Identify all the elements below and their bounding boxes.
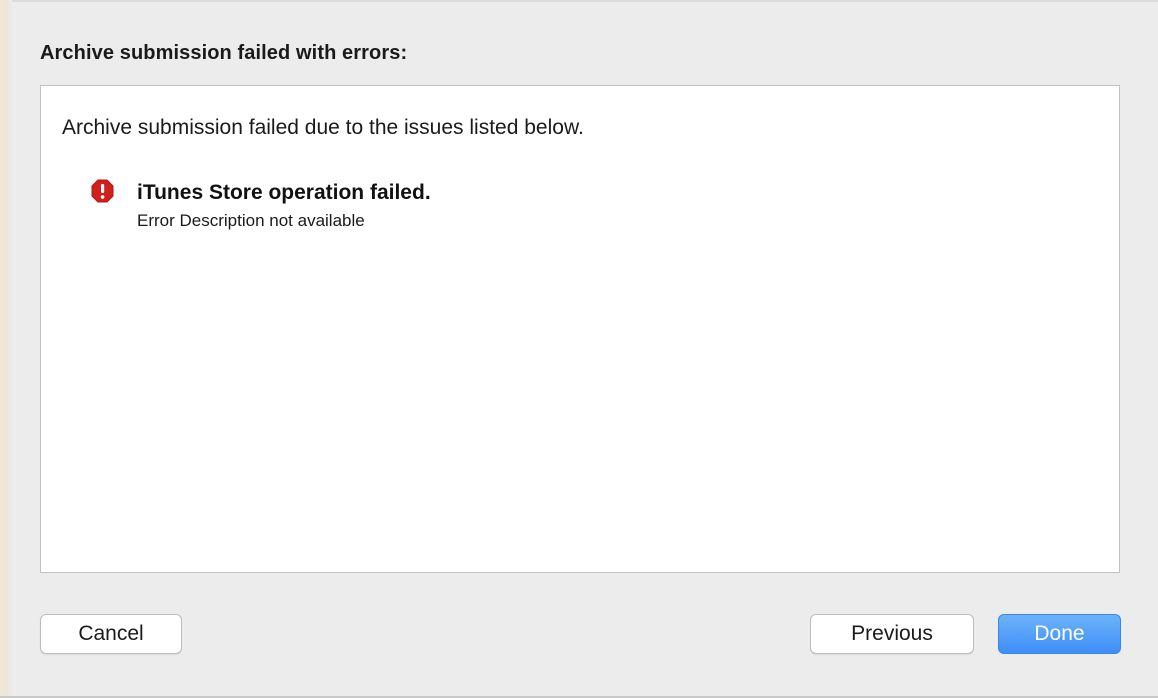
issue-description: Error Description not available	[137, 211, 365, 230]
background-window-edge	[0, 0, 12, 696]
issue-title: iTunes Store operation failed.	[137, 181, 431, 204]
top-border	[0, 0, 1158, 2]
issues-intro-text: Archive submission failed due to the iss…	[62, 116, 584, 139]
issues-panel: Archive submission failed due to the iss…	[40, 85, 1120, 573]
dialog-heading: Archive submission failed with errors:	[40, 42, 408, 64]
previous-button[interactable]: Previous	[810, 614, 974, 654]
done-button[interactable]: Done	[998, 614, 1121, 654]
archive-submission-dialog: Archive submission failed with errors: A…	[0, 0, 1158, 698]
cancel-button[interactable]: Cancel	[40, 614, 182, 654]
error-octagon-icon	[91, 179, 114, 203]
